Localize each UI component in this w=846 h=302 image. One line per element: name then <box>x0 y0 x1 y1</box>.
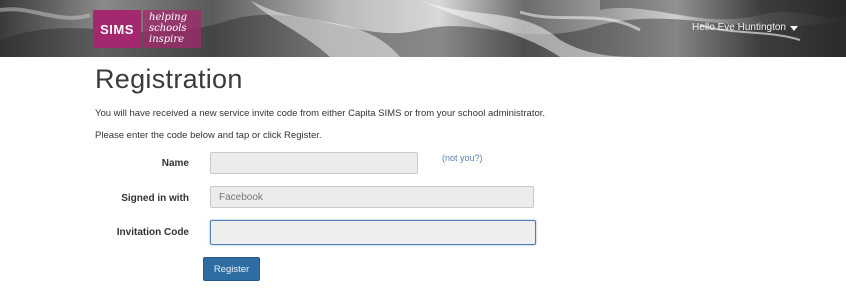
signed-in-with-field[interactable] <box>210 186 534 208</box>
caret-down-icon[interactable] <box>790 26 798 31</box>
tagline: helping schools inspire <box>143 10 201 48</box>
invitation-code-label: Invitation Code <box>116 227 189 238</box>
user-greeting[interactable]: Hello Eve Huntington <box>692 22 786 33</box>
page-title: Registration <box>95 64 243 94</box>
instruction-text: Please enter the code below and tap or c… <box>95 130 322 141</box>
signed-in-with-label: Signed in with <box>121 193 189 204</box>
intro-text: You will have received a new service inv… <box>95 108 546 119</box>
logo-text: SIMS <box>100 21 134 37</box>
name-label: Name <box>161 158 189 169</box>
registration-page: SIMS helping schools inspire Hello Eve H… <box>0 0 846 302</box>
header-banner: SIMS helping schools inspire Hello Eve H… <box>0 0 846 57</box>
not-you-link[interactable]: (not you?) <box>442 153 483 163</box>
register-button[interactable]: Register <box>203 257 260 281</box>
tagline-line-2: schools <box>149 23 187 34</box>
name-field[interactable] <box>210 152 418 174</box>
tagline-line-3: inspire <box>149 34 185 45</box>
invitation-code-field[interactable] <box>210 220 536 245</box>
tagline-line-1: helping <box>149 12 187 23</box>
sims-logo[interactable]: SIMS <box>93 10 141 48</box>
